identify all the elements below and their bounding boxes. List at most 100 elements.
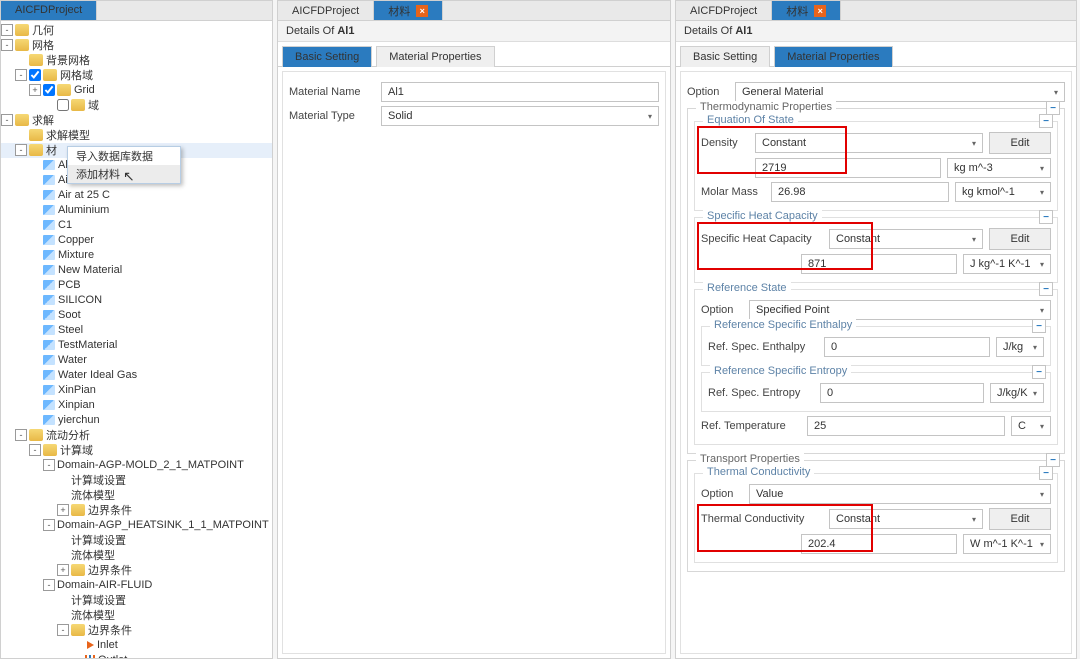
tree-checkbox[interactable] — [43, 84, 55, 96]
tree-domain-child[interactable]: 计算域设置 — [1, 593, 272, 608]
tree-toggle[interactable]: + — [57, 504, 69, 516]
collapse-button[interactable]: − — [1032, 365, 1046, 379]
tree-material-item[interactable]: yierchun — [1, 413, 272, 428]
enthalpy-input[interactable] — [824, 337, 990, 357]
tree-material-item[interactable]: Aluminium — [1, 203, 272, 218]
tab-material-right[interactable]: 材料× — [772, 1, 841, 20]
tree-toggle[interactable]: + — [57, 564, 69, 576]
tree-mesh[interactable]: -网格 — [1, 38, 272, 53]
tree-checkbox[interactable] — [29, 69, 41, 81]
tree-domain-child[interactable]: 流体模型 — [1, 608, 272, 623]
project-tree[interactable]: -几何-网格背景网格-网格域+Grid域-求解求解模型-材Al1Air Idea… — [1, 21, 272, 658]
tree-material-item[interactable]: TestMaterial — [1, 338, 272, 353]
tree-bgmesh[interactable]: 背景网格 — [1, 53, 272, 68]
tree-domain-child[interactable]: 计算域设置 — [1, 473, 272, 488]
tab-material-mid[interactable]: 材料× — [374, 1, 443, 20]
tree-boundary[interactable]: +边界条件 — [1, 503, 272, 518]
collapse-button[interactable]: − — [1039, 466, 1053, 480]
molar-input[interactable] — [771, 182, 949, 202]
ref-temp-input[interactable] — [807, 416, 1005, 436]
shc-unit[interactable]: J kg^-1 K^-1▾ — [963, 254, 1051, 274]
tree-material-item[interactable]: SILICON — [1, 293, 272, 308]
tree-toggle[interactable]: - — [1, 114, 13, 126]
tree-domain-child[interactable]: 流体模型 — [1, 488, 272, 503]
density-mode-select[interactable]: Constant▾ — [755, 133, 983, 153]
tree-outlet[interactable]: Outlet — [1, 653, 272, 658]
tree-calc-domain[interactable]: -计算域 — [1, 443, 272, 458]
tree-material-item[interactable]: C1 — [1, 218, 272, 233]
tree-material-item[interactable]: Copper — [1, 233, 272, 248]
material-name-input[interactable] — [381, 82, 659, 102]
tree-toggle[interactable]: - — [15, 429, 27, 441]
subtab-properties[interactable]: Material Properties — [376, 46, 494, 67]
edit-button[interactable]: Edit — [989, 132, 1051, 154]
tree-material-item[interactable]: New Material — [1, 263, 272, 278]
tc-input[interactable] — [801, 534, 957, 554]
molar-unit[interactable]: kg kmol^-1▾ — [955, 182, 1051, 202]
tree-flow[interactable]: -流动分析 — [1, 428, 272, 443]
ctx-import-db[interactable]: 导入数据库数据 — [68, 147, 180, 165]
tree-material-item[interactable]: Soot — [1, 308, 272, 323]
tree-toggle[interactable]: - — [29, 444, 41, 456]
tree-domain-child[interactable]: 流体模型 — [1, 548, 272, 563]
tree-toggle[interactable]: - — [43, 579, 55, 591]
subtab-properties[interactable]: Material Properties — [774, 46, 892, 67]
shc-mode-select[interactable]: Constant▾ — [829, 229, 983, 249]
tree-material-item[interactable]: Xinpian — [1, 398, 272, 413]
tree-material-item[interactable]: Mixture — [1, 248, 272, 263]
subtab-basic[interactable]: Basic Setting — [680, 46, 770, 67]
refstate-option-select[interactable]: Specified Point▾ — [749, 300, 1051, 320]
tree-solve-model[interactable]: 求解模型 — [1, 128, 272, 143]
tree-toggle[interactable]: - — [1, 39, 13, 51]
tab-project-mid[interactable]: AICFDProject — [278, 1, 374, 20]
tree-solve[interactable]: -求解 — [1, 113, 272, 128]
collapse-button[interactable]: − — [1046, 453, 1060, 467]
tc-option-select[interactable]: Value▾ — [749, 484, 1051, 504]
collapse-button[interactable]: − — [1039, 114, 1053, 128]
density-unit[interactable]: kg m^-3▾ — [947, 158, 1051, 178]
tree-material-item[interactable]: XinPian — [1, 383, 272, 398]
material-type-select[interactable]: Solid▾ — [381, 106, 659, 126]
tree-boundary[interactable]: +边界条件 — [1, 563, 272, 578]
tree-toggle[interactable]: - — [1, 24, 13, 36]
tree-toggle[interactable]: - — [43, 459, 55, 471]
tree-grid[interactable]: +Grid — [1, 83, 272, 98]
tree-domain-item[interactable]: -Domain-AGP_HEATSINK_1_1_MATPOINT — [1, 518, 272, 533]
tree-toggle[interactable]: - — [57, 624, 69, 636]
entropy-unit[interactable]: J/kg/K▾ — [990, 383, 1044, 403]
tab-project-left[interactable]: AICFDProject — [1, 1, 97, 20]
collapse-button[interactable]: − — [1046, 101, 1060, 115]
ref-temp-unit[interactable]: C▾ — [1011, 416, 1051, 436]
collapse-button[interactable]: − — [1039, 210, 1053, 224]
edit-button[interactable]: Edit — [989, 228, 1051, 250]
tree-material-item[interactable]: PCB — [1, 278, 272, 293]
subtab-basic[interactable]: Basic Setting — [282, 46, 372, 67]
density-input[interactable] — [755, 158, 941, 178]
tree-boundary[interactable]: -边界条件 — [1, 623, 272, 638]
entropy-input[interactable] — [820, 383, 984, 403]
tree-meshdomain[interactable]: -网格域 — [1, 68, 272, 83]
edit-button[interactable]: Edit — [989, 508, 1051, 530]
tree-inlet[interactable]: Inlet — [1, 638, 272, 653]
tree-material-item[interactable]: Water Ideal Gas — [1, 368, 272, 383]
close-icon[interactable]: × — [814, 5, 826, 17]
shc-input[interactable] — [801, 254, 957, 274]
tree-geometry[interactable]: -几何 — [1, 23, 272, 38]
tree-material-item[interactable]: Water — [1, 353, 272, 368]
tree-checkbox[interactable] — [57, 99, 69, 111]
tree-domain-item[interactable]: -Domain-AGP-MOLD_2_1_MATPOINT — [1, 458, 272, 473]
tree-toggle[interactable]: - — [15, 144, 27, 156]
tc-mode-select[interactable]: Constant▾ — [829, 509, 983, 529]
option-select[interactable]: General Material▾ — [735, 82, 1065, 102]
tree-toggle[interactable]: - — [43, 519, 55, 531]
tree-toggle[interactable]: - — [15, 69, 27, 81]
close-icon[interactable]: × — [416, 5, 428, 17]
tree-domain-child[interactable]: 计算域设置 — [1, 533, 272, 548]
tc-unit[interactable]: W m^-1 K^-1▾ — [963, 534, 1051, 554]
collapse-button[interactable]: − — [1032, 319, 1046, 333]
tree-material-item[interactable]: Air at 25 C — [1, 188, 272, 203]
tree-material-item[interactable]: Steel — [1, 323, 272, 338]
enthalpy-unit[interactable]: J/kg▾ — [996, 337, 1044, 357]
collapse-button[interactable]: − — [1039, 282, 1053, 296]
tree-toggle[interactable]: + — [29, 84, 41, 96]
